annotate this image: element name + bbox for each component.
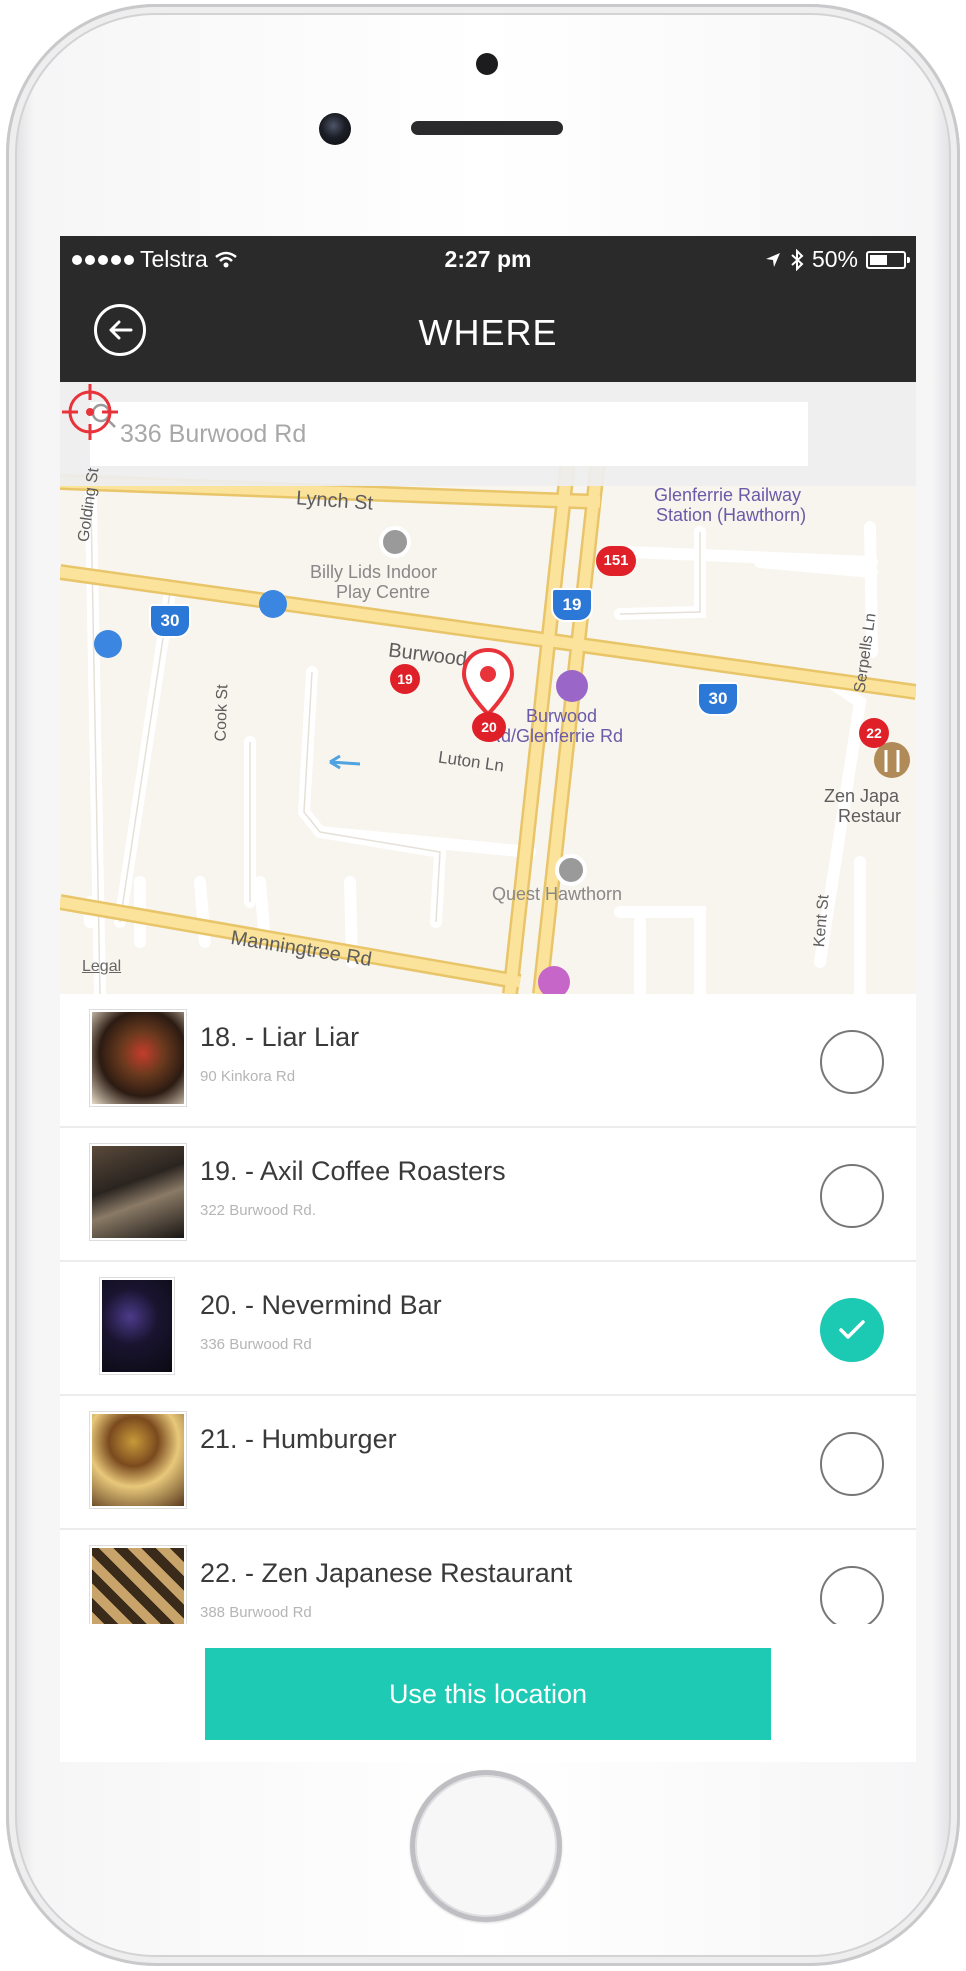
place-title: 20. - Nevermind Bar <box>200 1290 442 1320</box>
search-input[interactable] <box>118 418 762 450</box>
screen: Telstra 2:27 pm 50% WHERE 336 Burwood Rd… <box>60 236 916 1762</box>
place-thumbnail <box>90 1010 186 1106</box>
place-address: 322 Burwood Rd. <box>200 1202 316 1219</box>
station-label: Station (Hawthorn) <box>656 505 807 525</box>
proximity-sensor <box>476 53 498 75</box>
map-pin-icon[interactable] <box>460 648 516 718</box>
select-radio[interactable] <box>820 1298 884 1362</box>
select-radio[interactable] <box>820 1030 884 1094</box>
checkmark-icon <box>839 1320 865 1339</box>
nav-bar: WHERE <box>60 282 916 382</box>
route-badge[interactable]: 22 <box>859 718 889 748</box>
bluetooth-icon <box>791 248 804 271</box>
select-radio[interactable] <box>820 1164 884 1228</box>
select-radio[interactable] <box>820 1432 884 1496</box>
map-view[interactable]: Lynch St Glenferrie Railway Station (Haw… <box>60 382 916 994</box>
place-address: 388 Burwood Rd <box>200 1604 312 1621</box>
place-address: 336 Burwood Rd <box>200 1336 312 1353</box>
poi-label: Billy Lids Indoor <box>310 562 438 582</box>
earpiece-speaker <box>411 121 563 135</box>
street-label: Cook St <box>212 684 232 742</box>
route-shield: 30 <box>149 604 191 638</box>
route-shield: 19 <box>551 588 593 622</box>
place-address: 90 Kinkora Rd <box>200 1068 296 1085</box>
page-title: WHERE <box>418 312 558 353</box>
poi-label: Play Centre <box>336 582 431 602</box>
place-thumbnail <box>90 1546 186 1624</box>
phone-frame: Telstra 2:27 pm 50% WHERE 336 Burwood Rd… <box>6 4 960 1966</box>
tram-stop-label: Rd/Glenferrie Rd <box>488 726 624 746</box>
tram-stop-label: Burwood <box>526 706 598 726</box>
place-thumbnail <box>100 1278 174 1374</box>
route-badge[interactable]: 151 <box>596 546 636 576</box>
status-right: 50% <box>764 246 910 273</box>
place-thumbnail <box>90 1412 186 1508</box>
place-title: 19. - Axil Coffee Roasters <box>200 1156 506 1186</box>
search-strip <box>60 382 916 486</box>
home-button[interactable] <box>410 1770 562 1922</box>
route-badge[interactable]: 20 <box>472 712 506 742</box>
list-item[interactable]: 18. - Liar Liar 90 Kinkora Rd <box>60 994 916 1128</box>
poi-label: Restaur <box>838 806 902 826</box>
crosshair-locate-icon[interactable] <box>60 382 120 442</box>
poi-label: Quest Hawthorn <box>492 884 623 904</box>
place-title: 18. - Liar Liar <box>200 1022 360 1052</box>
list-item[interactable]: 19. - Axil Coffee Roasters 322 Burwood R… <box>60 1128 916 1262</box>
list-item[interactable]: 22. - Zen Japanese Restaurant 388 Burwoo… <box>60 1530 916 1624</box>
legal-link[interactable]: Legal <box>82 958 121 976</box>
station-label: Glenferrie Railway <box>654 485 802 505</box>
search-box[interactable] <box>90 402 808 466</box>
place-list: 18. - Liar Liar 90 Kinkora Rd 19. - Axil… <box>60 994 916 1624</box>
list-item[interactable]: 21. - Humburger <box>60 1396 916 1530</box>
location-arrow-icon <box>765 252 780 267</box>
status-bar: Telstra 2:27 pm 50% <box>60 236 916 282</box>
place-title: 21. - Humburger <box>200 1424 397 1454</box>
select-radio[interactable] <box>820 1566 884 1624</box>
battery-icon <box>866 250 910 269</box>
battery-percent: 50% <box>811 246 858 272</box>
place-thumbnail <box>90 1144 186 1240</box>
list-item[interactable]: 20. - Nevermind Bar 336 Burwood Rd <box>60 1262 916 1396</box>
place-title: 22. - Zen Japanese Restaurant <box>200 1558 573 1588</box>
poi-label: Zen Japa <box>824 786 900 806</box>
front-camera <box>319 113 351 145</box>
use-location-button[interactable]: Use this location <box>205 1648 771 1740</box>
route-badge[interactable]: 19 <box>390 664 420 694</box>
route-shield: 30 <box>697 682 739 716</box>
